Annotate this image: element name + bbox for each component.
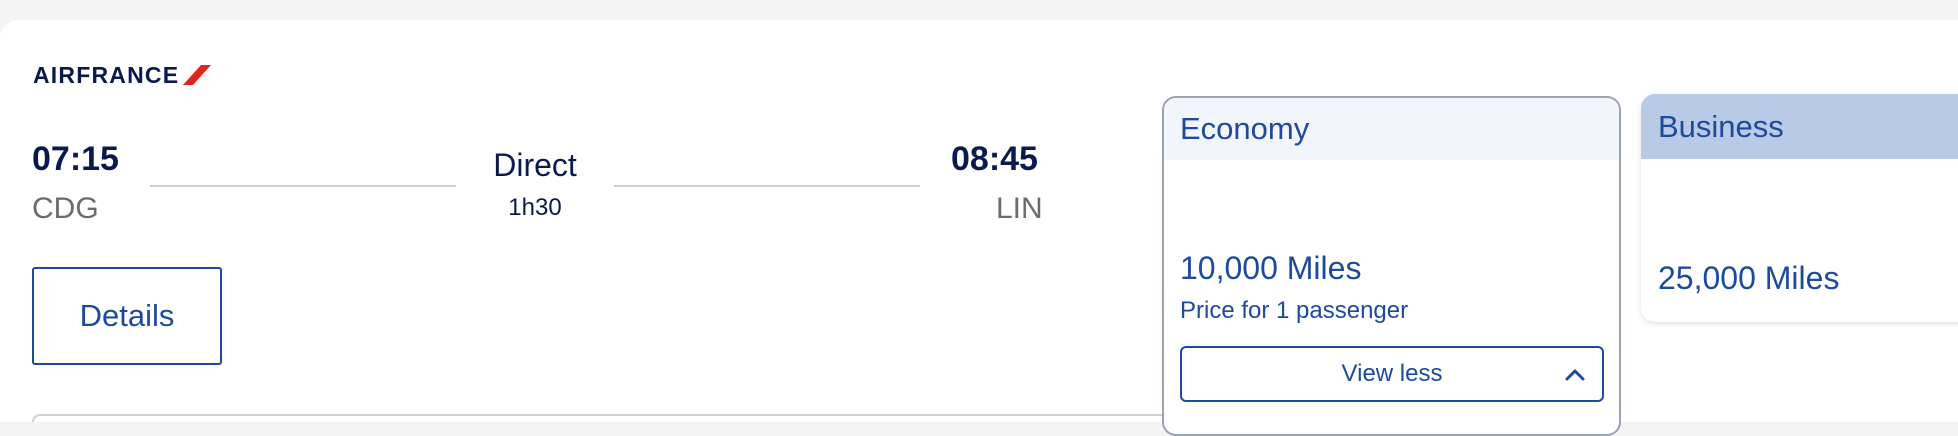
route-line-right [614,185,920,187]
airfrance-stripe-icon [183,65,212,85]
view-less-label: View less [1341,360,1443,387]
fare-miles-economy: 10,000 Miles [1180,250,1362,286]
expanded-section-border [32,414,1172,422]
fare-miles-business: 25,000 Miles [1658,260,1840,296]
flight-duration: 1h30 [508,194,562,221]
airline-name: AIRFRANCE [33,61,180,88]
fare-card-business[interactable]: Business 25,000 Miles [1641,94,1958,322]
price-note: Price for 1 passenger [1180,297,1409,324]
departure-time: 07:15 [32,140,119,178]
arrival-airport: LIN [996,192,1043,225]
details-button[interactable]: Details [32,267,222,365]
airline-logo: AIRFRANCE [33,61,212,88]
view-less-button[interactable]: View less [1180,346,1604,402]
chevron-up-icon [1565,369,1585,381]
fare-card-economy[interactable]: Economy 10,000 Miles Price for 1 passeng… [1162,96,1621,436]
fare-cabin-business: Business [1641,94,1958,159]
route-line-left [150,185,456,187]
fare-cabin-economy: Economy [1164,98,1619,160]
departure-airport: CDG [32,192,99,225]
stops-label: Direct [493,147,577,183]
arrival-time: 08:45 [951,140,1038,178]
